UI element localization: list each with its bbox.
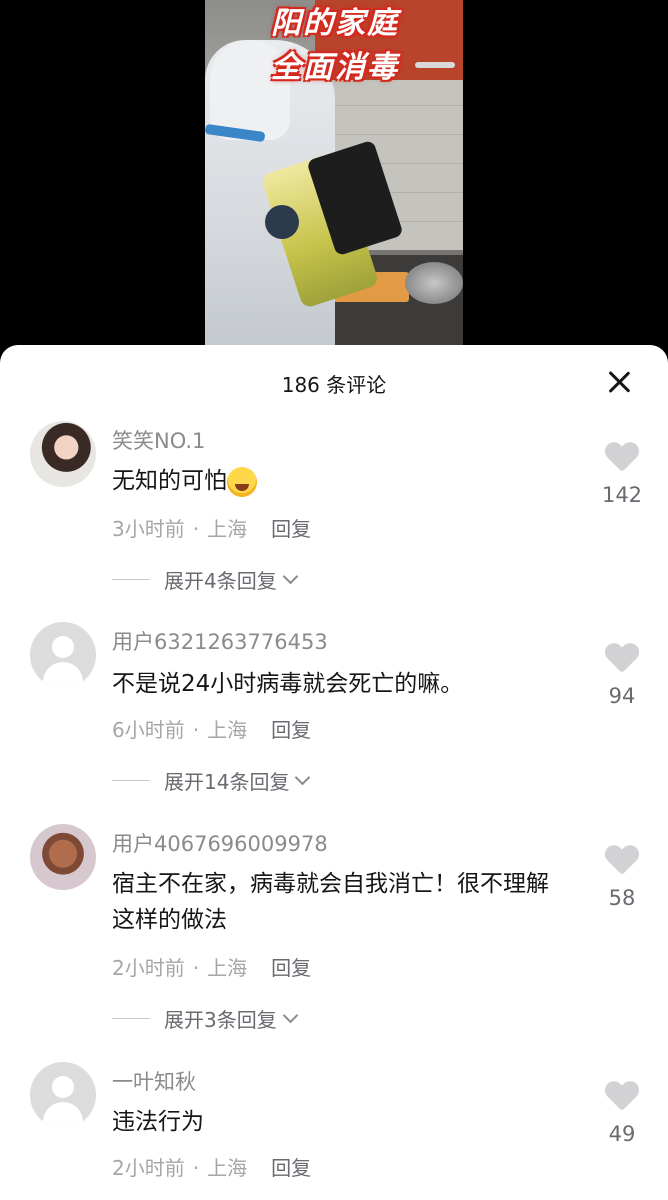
comment-text: 宿主不在家，病毒就会自我消亡！很不理解这样的做法 bbox=[112, 871, 549, 933]
chevron-down-icon bbox=[295, 769, 311, 786]
comment-meta: 6小时前 · 上海 回复 bbox=[112, 714, 311, 743]
comment-meta: 2小时前 · 上海 回复 bbox=[112, 952, 311, 981]
expand-replies-label: 展开14条回复 bbox=[164, 770, 290, 794]
comment-time: 6小时前 bbox=[112, 718, 185, 742]
comment-time: 2小时前 bbox=[112, 956, 185, 980]
video-glove bbox=[265, 205, 299, 239]
avatar[interactable] bbox=[30, 421, 96, 487]
separator-dot: · bbox=[192, 956, 200, 980]
like-count: 94 bbox=[608, 684, 636, 708]
comment-location: 上海 bbox=[207, 718, 248, 742]
default-avatar-head bbox=[52, 636, 74, 658]
comment-username[interactable]: 用户4067696009978 bbox=[112, 828, 328, 858]
comment-text: 无知的可怕 bbox=[112, 463, 572, 499]
video-caption-line2: 全面消毒 bbox=[271, 50, 399, 85]
comment-time: 3小时前 bbox=[112, 517, 185, 541]
avatar[interactable] bbox=[30, 824, 96, 890]
comment-text-content: 无知的可怕 bbox=[112, 468, 227, 494]
chevron-down-icon bbox=[282, 1007, 299, 1024]
comment-username[interactable]: 笑笑NO.1 bbox=[112, 425, 205, 455]
default-avatar-head bbox=[52, 1076, 74, 1098]
video-pot bbox=[405, 262, 463, 304]
avatar[interactable] bbox=[30, 622, 96, 688]
expand-replies-label: 展开3条回复 bbox=[164, 1008, 277, 1032]
expand-replies-button[interactable]: 展开14条回复 bbox=[112, 766, 311, 795]
comments-sheet: 186 条评论 笑笑NO.1 无知的可怕 3小时前 · 上海 回复 展开4条回复 14… bbox=[0, 345, 668, 1200]
heart-icon bbox=[605, 443, 639, 473]
reply-button[interactable]: 回复 bbox=[271, 956, 311, 980]
like-button[interactable]: 49 bbox=[598, 1082, 646, 1146]
comment-username[interactable]: 一叶知秋 bbox=[112, 1066, 196, 1096]
heart-icon bbox=[605, 846, 639, 876]
heart-icon bbox=[605, 1082, 639, 1112]
video-caption: 阳的家庭 全面消毒 bbox=[235, 2, 435, 90]
separator-dot: · bbox=[192, 517, 200, 541]
comment-location: 上海 bbox=[207, 956, 248, 980]
like-button[interactable]: 58 bbox=[598, 846, 646, 910]
separator-dot: · bbox=[192, 1156, 200, 1180]
video-caption-line1: 阳的家庭 bbox=[271, 6, 399, 41]
default-avatar-body bbox=[43, 1102, 83, 1128]
avatar[interactable] bbox=[30, 1062, 96, 1128]
comment-text: 违法行为 bbox=[112, 1109, 204, 1135]
heart-icon bbox=[605, 644, 639, 674]
reply-button[interactable]: 回复 bbox=[271, 1156, 311, 1180]
separator-dot: · bbox=[192, 718, 200, 742]
comment-text: 不是说24小时病毒就会死亡的嘛。 bbox=[112, 671, 464, 697]
comments-header: 186 条评论 bbox=[0, 345, 668, 421]
like-button[interactable]: 142 bbox=[598, 443, 646, 507]
face-with-tears-of-joy-icon bbox=[227, 466, 257, 497]
comment-meta: 3小时前 · 上海 回复 bbox=[112, 513, 311, 542]
reply-button[interactable]: 回复 bbox=[271, 718, 311, 742]
expand-replies-button[interactable]: 展开4条回复 bbox=[112, 565, 299, 594]
divider-line bbox=[112, 579, 150, 580]
like-count: 142 bbox=[601, 483, 643, 507]
like-count: 58 bbox=[608, 886, 636, 910]
comment-username[interactable]: 用户6321263776453 bbox=[112, 626, 328, 656]
default-avatar-body bbox=[43, 662, 83, 688]
video-frame[interactable]: 阳的家庭 全面消毒 bbox=[205, 0, 463, 345]
close-icon[interactable] bbox=[606, 369, 632, 395]
expand-replies-button[interactable]: 展开3条回复 bbox=[112, 1004, 299, 1033]
comment-time: 2小时前 bbox=[112, 1156, 185, 1180]
video-player[interactable]: 阳的家庭 全面消毒 bbox=[0, 0, 668, 360]
comments-count-title: 186 条评论 bbox=[281, 373, 387, 397]
comment-location: 上海 bbox=[207, 1156, 248, 1180]
chevron-down-icon bbox=[282, 568, 299, 585]
comment-meta: 2小时前 · 上海 回复 bbox=[112, 1152, 311, 1181]
comment-location: 上海 bbox=[207, 517, 248, 541]
reply-button[interactable]: 回复 bbox=[271, 517, 311, 541]
divider-line bbox=[112, 780, 150, 781]
divider-line bbox=[112, 1018, 150, 1019]
like-button[interactable]: 94 bbox=[598, 644, 646, 708]
expand-replies-label: 展开4条回复 bbox=[164, 569, 277, 593]
like-count: 49 bbox=[608, 1122, 636, 1146]
